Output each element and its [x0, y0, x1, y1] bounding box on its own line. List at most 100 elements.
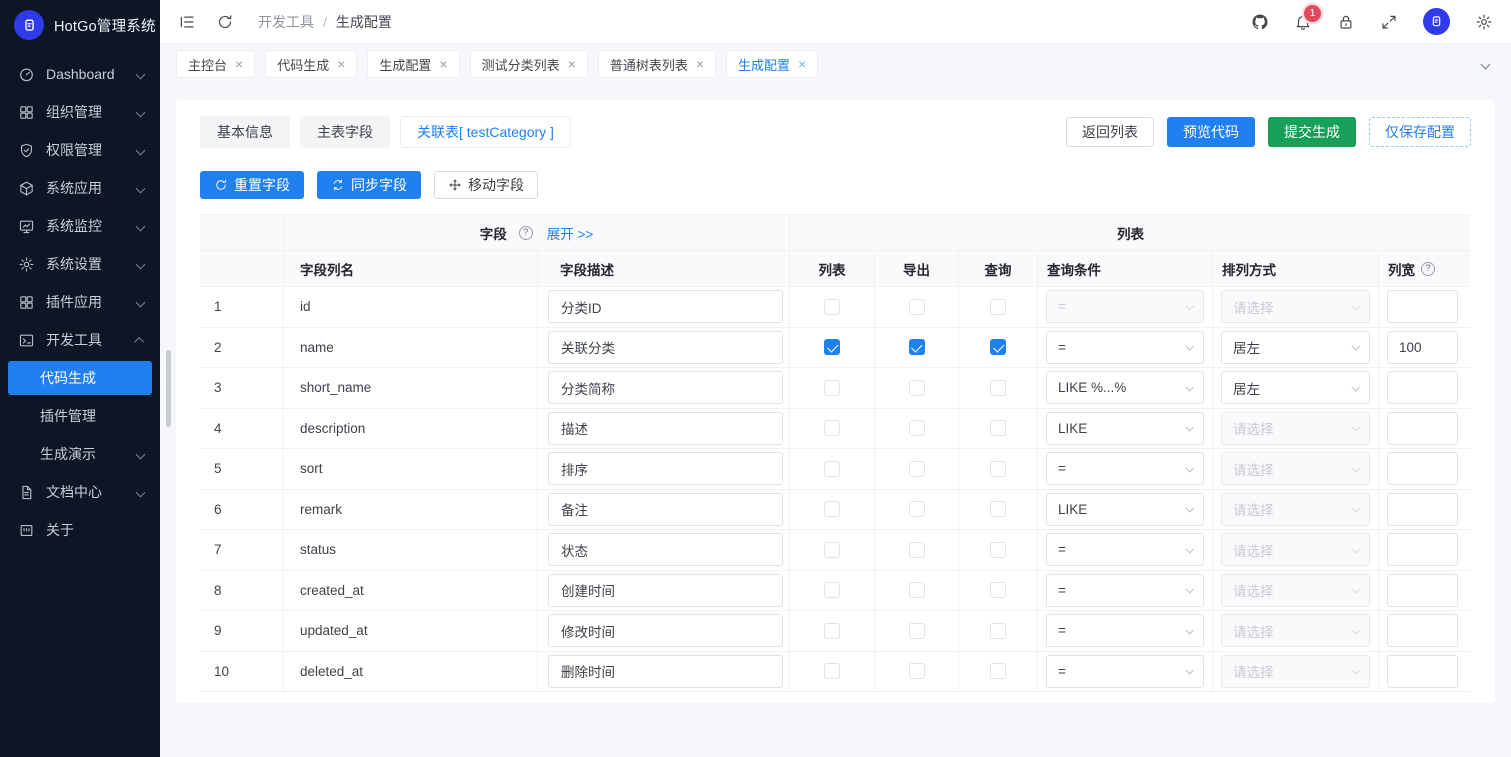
- query-condition-select[interactable]: =: [1046, 331, 1204, 364]
- config-subtab[interactable]: 主表字段: [300, 116, 390, 148]
- page-tab[interactable]: 生成配置 ×: [367, 50, 459, 78]
- list-checkbox[interactable]: [824, 542, 840, 558]
- save-config-only-button[interactable]: 仅保存配置: [1369, 117, 1471, 147]
- align-select[interactable]: 请选择: [1221, 655, 1370, 688]
- sidebar-item[interactable]: Dashboard: [0, 55, 160, 93]
- query-condition-select[interactable]: LIKE: [1046, 493, 1204, 526]
- query-condition-select[interactable]: =: [1046, 614, 1204, 647]
- reset-fields-button[interactable]: 重置字段: [200, 171, 304, 199]
- sync-fields-button[interactable]: 同步字段: [317, 171, 421, 199]
- query-checkbox[interactable]: [990, 420, 1006, 436]
- settings-gear-icon[interactable]: [1475, 13, 1493, 31]
- list-checkbox[interactable]: [824, 501, 840, 517]
- export-checkbox[interactable]: [909, 461, 925, 477]
- query-checkbox[interactable]: [990, 582, 1006, 598]
- query-condition-select[interactable]: LIKE %...%: [1046, 371, 1204, 404]
- sidebar-item[interactable]: 开发工具: [0, 321, 160, 359]
- sidebar-item[interactable]: 插件管理: [0, 397, 160, 435]
- field-desc-input[interactable]: [548, 574, 783, 607]
- export-checkbox[interactable]: [909, 380, 925, 396]
- field-desc-input[interactable]: [548, 371, 783, 404]
- list-checkbox[interactable]: [824, 339, 840, 355]
- user-avatar[interactable]: [1423, 8, 1450, 35]
- tabs-collapse-chevron-icon[interactable]: [1476, 49, 1495, 79]
- export-checkbox[interactable]: [909, 501, 925, 517]
- logo[interactable]: HotGo管理系统: [0, 0, 160, 50]
- align-select[interactable]: 请选择: [1221, 614, 1370, 647]
- align-select[interactable]: 请选择: [1221, 533, 1370, 566]
- align-select[interactable]: 居左: [1221, 371, 1370, 404]
- field-desc-input[interactable]: [548, 331, 783, 364]
- align-select[interactable]: 请选择: [1221, 412, 1370, 445]
- fullscreen-icon[interactable]: [1380, 13, 1398, 31]
- list-checkbox[interactable]: [824, 663, 840, 679]
- close-icon[interactable]: ×: [798, 59, 806, 69]
- column-width-input[interactable]: [1387, 412, 1458, 445]
- query-condition-select[interactable]: =: [1046, 290, 1204, 323]
- column-width-input[interactable]: [1387, 614, 1458, 647]
- query-checkbox[interactable]: [990, 339, 1006, 355]
- close-icon[interactable]: ×: [235, 59, 243, 69]
- query-condition-select[interactable]: =: [1046, 533, 1204, 566]
- scrollbar-thumb[interactable]: [166, 350, 171, 427]
- sidebar-item[interactable]: 系统监控: [0, 207, 160, 245]
- field-desc-input[interactable]: [548, 493, 783, 526]
- breadcrumb-section[interactable]: 开发工具: [258, 12, 314, 32]
- column-width-input[interactable]: [1387, 371, 1458, 404]
- lock-screen-icon[interactable]: [1337, 13, 1355, 31]
- preview-code-button[interactable]: 预览代码: [1167, 117, 1255, 147]
- config-subtab[interactable]: 基本信息: [200, 116, 290, 148]
- sidebar-item[interactable]: 系统应用: [0, 169, 160, 207]
- sidebar-item[interactable]: 权限管理: [0, 131, 160, 169]
- column-width-input[interactable]: [1387, 331, 1458, 364]
- back-to-list-button[interactable]: 返回列表: [1066, 117, 1154, 147]
- query-checkbox[interactable]: [990, 380, 1006, 396]
- export-checkbox[interactable]: [909, 542, 925, 558]
- export-checkbox[interactable]: [909, 420, 925, 436]
- query-condition-select[interactable]: LIKE: [1046, 412, 1204, 445]
- query-condition-select[interactable]: =: [1046, 574, 1204, 607]
- close-icon[interactable]: ×: [696, 59, 704, 69]
- field-desc-input[interactable]: [548, 655, 783, 688]
- sidebar-item[interactable]: 代码生成: [8, 361, 152, 395]
- align-select[interactable]: 请选择: [1221, 452, 1370, 485]
- column-width-input[interactable]: [1387, 533, 1458, 566]
- align-select[interactable]: 请选择: [1221, 290, 1370, 323]
- close-icon[interactable]: ×: [439, 59, 447, 69]
- query-checkbox[interactable]: [990, 461, 1006, 477]
- field-desc-input[interactable]: [548, 614, 783, 647]
- export-checkbox[interactable]: [909, 582, 925, 598]
- field-desc-input[interactable]: [548, 452, 783, 485]
- list-checkbox[interactable]: [824, 420, 840, 436]
- help-icon[interactable]: ?: [1421, 262, 1435, 276]
- query-checkbox[interactable]: [990, 623, 1006, 639]
- query-condition-select[interactable]: =: [1046, 452, 1204, 485]
- list-checkbox[interactable]: [824, 623, 840, 639]
- config-subtab[interactable]: 关联表[ testCategory ]: [400, 116, 571, 148]
- page-tab[interactable]: 测试分类列表 ×: [470, 50, 588, 78]
- column-width-input[interactable]: [1387, 574, 1458, 607]
- query-checkbox[interactable]: [990, 501, 1006, 517]
- close-icon[interactable]: ×: [568, 59, 576, 69]
- export-checkbox[interactable]: [909, 339, 925, 355]
- query-checkbox[interactable]: [990, 542, 1006, 558]
- move-fields-button[interactable]: 移动字段: [434, 171, 538, 199]
- sidebar-item[interactable]: 关于: [0, 511, 160, 549]
- collapse-sidebar-icon[interactable]: [178, 13, 196, 31]
- refresh-icon[interactable]: [216, 13, 234, 31]
- sidebar-item[interactable]: 文档中心: [0, 473, 160, 511]
- help-icon[interactable]: ?: [519, 226, 533, 240]
- list-checkbox[interactable]: [824, 380, 840, 396]
- page-tab[interactable]: 生成配置 ×: [726, 50, 818, 78]
- page-tab[interactable]: 主控台 ×: [176, 50, 255, 78]
- list-checkbox[interactable]: [824, 582, 840, 598]
- sidebar-item[interactable]: 生成演示: [0, 435, 160, 473]
- page-tab[interactable]: 代码生成 ×: [265, 50, 357, 78]
- field-desc-input[interactable]: [548, 533, 783, 566]
- align-select[interactable]: 居左: [1221, 331, 1370, 364]
- export-checkbox[interactable]: [909, 663, 925, 679]
- close-icon[interactable]: ×: [337, 59, 345, 69]
- expand-link[interactable]: 展开 >>: [547, 223, 594, 243]
- field-desc-input[interactable]: [548, 412, 783, 445]
- query-checkbox[interactable]: [990, 663, 1006, 679]
